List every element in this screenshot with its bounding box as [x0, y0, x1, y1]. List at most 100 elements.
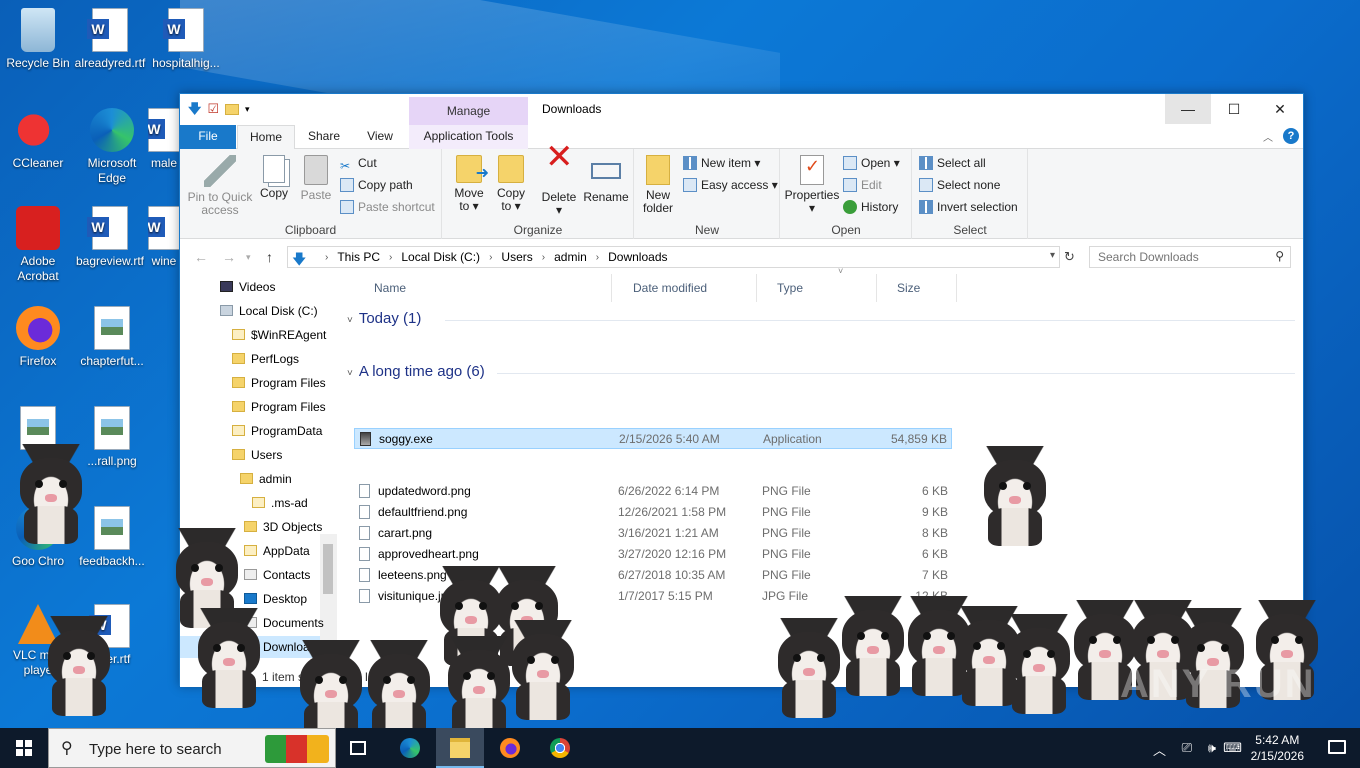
nav-scrollbar-thumb[interactable] — [323, 544, 333, 594]
nav-item-perflogs[interactable]: PerfLogs — [232, 348, 299, 370]
rename-button[interactable]: Rename — [583, 155, 629, 204]
tab-view[interactable]: View — [354, 125, 406, 149]
address-box[interactable]: 🡇 › This PC › Local Disk (C:) › Users › … — [287, 246, 1060, 268]
breadcrumb-this-pc[interactable]: This PC — [337, 250, 380, 265]
file-row[interactable]: defaultfriend.png 12/26/2021 1:58 PM PNG F… — [354, 502, 952, 523]
nav-item-local-disk-c[interactable]: Local Disk (C:) — [220, 300, 318, 322]
copy-to-button[interactable]: Copy to ▾ — [493, 155, 529, 213]
easy-access-button[interactable]: Easy access ▾ — [683, 175, 778, 195]
tab-home[interactable]: Home — [237, 125, 295, 150]
desktop-icon-recycle-bin[interactable]: Recycle Bin — [0, 8, 76, 71]
desktop-icon-bagreview[interactable]: bagreview.rtf — [72, 206, 148, 269]
breadcrumb-separator[interactable]: › — [389, 250, 392, 265]
column-header-size[interactable]: Size — [877, 274, 957, 302]
delete-button[interactable]: Delete ▾ — [539, 151, 579, 217]
nav-item-users[interactable]: Users — [232, 444, 282, 466]
cut-button[interactable]: ✂ Cut — [340, 153, 377, 173]
nav-item-program-files[interactable]: Program Files — [232, 372, 326, 394]
select-all-button[interactable]: Select all — [919, 153, 986, 173]
desktop-icon-alreadyred[interactable]: alreadyred.rtf — [72, 8, 148, 71]
desktop-icon-ccleaner[interactable]: CCleaner — [0, 108, 76, 171]
clock[interactable]: 5:42 AM 2/15/2026 — [1251, 732, 1304, 764]
breadcrumb-separator[interactable]: › — [596, 250, 599, 265]
nav-item-desktop[interactable]: Desktop — [244, 588, 307, 610]
search-input[interactable] — [1090, 247, 1260, 267]
column-header-name[interactable]: Name — [354, 274, 612, 302]
desktop-icon-acrobat[interactable]: Adobe Acrobat — [0, 206, 76, 284]
up-arrow-icon[interactable]: ↑ — [266, 249, 273, 265]
nav-item-videos[interactable]: Videos — [220, 276, 275, 298]
meet-now-icon[interactable]: ⎚ — [1182, 740, 1192, 756]
desktop-icon-male[interactable]: male — [148, 108, 180, 171]
download-arrow-icon[interactable]: 🡇 — [188, 100, 201, 118]
select-none-button[interactable]: Select none — [919, 175, 1000, 195]
copy-path-button[interactable]: Copy path — [340, 175, 413, 195]
taskbar-search-box[interactable]: ⚲ Type here to search — [48, 728, 336, 768]
paste-button[interactable]: Paste — [296, 155, 336, 202]
desktop-icon-hospitalhig[interactable]: hospitalhig... — [148, 8, 224, 71]
breadcrumb-admin[interactable]: admin — [554, 250, 587, 265]
tab-application-tools[interactable]: Application Tools — [409, 125, 528, 149]
copy-button[interactable]: Copy — [256, 155, 292, 200]
start-button[interactable] — [0, 728, 48, 768]
taskbar-firefox-button[interactable] — [486, 728, 534, 768]
tab-file[interactable]: File — [180, 125, 236, 149]
show-hidden-icons-chevron-icon[interactable]: ︿ — [1153, 740, 1166, 759]
nav-item-programdata[interactable]: ProgramData — [232, 420, 322, 442]
new-folder-button[interactable]: New folder — [639, 155, 677, 215]
nav-item-admin[interactable]: admin — [240, 468, 292, 490]
properties-button[interactable]: Properties ▾ — [783, 155, 841, 215]
help-icon[interactable]: ? — [1283, 128, 1299, 144]
task-view-button[interactable] — [336, 728, 384, 768]
volume-icon[interactable]: 🕪 — [1208, 740, 1216, 756]
group-header-today[interactable]: ˅ Today (1) — [347, 310, 421, 327]
taskbar-chrome-button[interactable] — [536, 728, 584, 768]
nav-item-program-files[interactable]: Program Files — [232, 396, 326, 418]
desktop-icon-firefox[interactable]: Firefox — [0, 306, 76, 369]
taskbar-edge-button[interactable] — [386, 728, 434, 768]
paste-shortcut-button[interactable]: Paste shortcut — [340, 197, 435, 217]
close-button[interactable]: ✕ — [1257, 94, 1303, 124]
new-item-button[interactable]: New item ▾ — [683, 153, 760, 173]
search-highlight-gifts-icon[interactable] — [265, 735, 329, 763]
file-row[interactable]: approvedheart.png 3/27/2020 12:16 PM PNG F… — [354, 544, 952, 565]
breadcrumb-downloads[interactable]: Downloads — [608, 250, 667, 265]
column-header-type[interactable]: Type — [757, 274, 877, 302]
nav-item-ms-ad[interactable]: .ms-ad — [252, 492, 308, 514]
refresh-icon[interactable]: ↻ — [1064, 249, 1075, 265]
notification-center-icon[interactable] — [1328, 740, 1346, 754]
nav-item-contacts[interactable]: Contacts — [244, 564, 310, 586]
nav-item-appdata[interactable]: AppData — [244, 540, 310, 562]
back-arrow-icon[interactable]: ← — [194, 249, 208, 265]
forward-arrow-icon[interactable]: → — [222, 249, 236, 265]
file-row[interactable]: soggy.exe 2/15/2026 5:40 AM Application 54,… — [354, 428, 952, 449]
column-header-date[interactable]: Date modified — [613, 274, 757, 302]
customize-toolbar-chevron-icon[interactable]: ▾ — [245, 100, 250, 118]
nav-item-3d-objects[interactable]: 3D Objects — [244, 516, 322, 538]
breadcrumb-users[interactable]: Users — [501, 250, 532, 265]
desktop-icon-chapterfut[interactable]: chapterfut... — [74, 306, 150, 369]
new-folder-icon[interactable] — [225, 103, 240, 115]
recent-locations-chevron-icon[interactable]: ▾ — [246, 252, 251, 263]
nav-item-winreagent[interactable]: $WinREAgent — [232, 324, 326, 346]
breadcrumb-local-disk[interactable]: Local Disk (C:) — [401, 250, 480, 265]
taskbar-file-explorer-button[interactable] — [436, 728, 484, 768]
network-icon[interactable]: ⌨ — [1223, 740, 1242, 756]
maximize-button[interactable]: ☐ — [1211, 94, 1257, 124]
collapse-ribbon-icon[interactable]: ︿ — [1263, 129, 1273, 144]
desktop-icon-wine[interactable]: wine — [148, 206, 180, 269]
open-button[interactable]: Open ▾ — [843, 153, 900, 173]
file-row[interactable]: carart.png 3/16/2021 1:21 AM PNG File 8 KB — [354, 523, 952, 544]
group-header-long-ago[interactable]: ˅ A long time ago (6) — [347, 363, 485, 380]
address-dropdown-icon[interactable]: ▾ — [1050, 250, 1055, 261]
properties-icon[interactable]: ☑ — [207, 100, 219, 118]
move-to-button[interactable]: Move to ▾ — [449, 155, 489, 213]
minimize-button[interactable]: — — [1165, 94, 1211, 124]
tab-share[interactable]: Share — [298, 125, 350, 149]
breadcrumb-separator[interactable]: › — [489, 250, 492, 265]
file-row[interactable]: updatedword.png 6/26/2022 6:14 PM PNG File… — [354, 481, 952, 502]
desktop-icon-edge[interactable]: Microsoft Edge — [74, 108, 150, 186]
pin-quick-access-button[interactable]: Pin to Quick access — [186, 155, 254, 217]
invert-selection-button[interactable]: Invert selection — [919, 197, 1018, 217]
breadcrumb-separator[interactable]: › — [542, 250, 545, 265]
